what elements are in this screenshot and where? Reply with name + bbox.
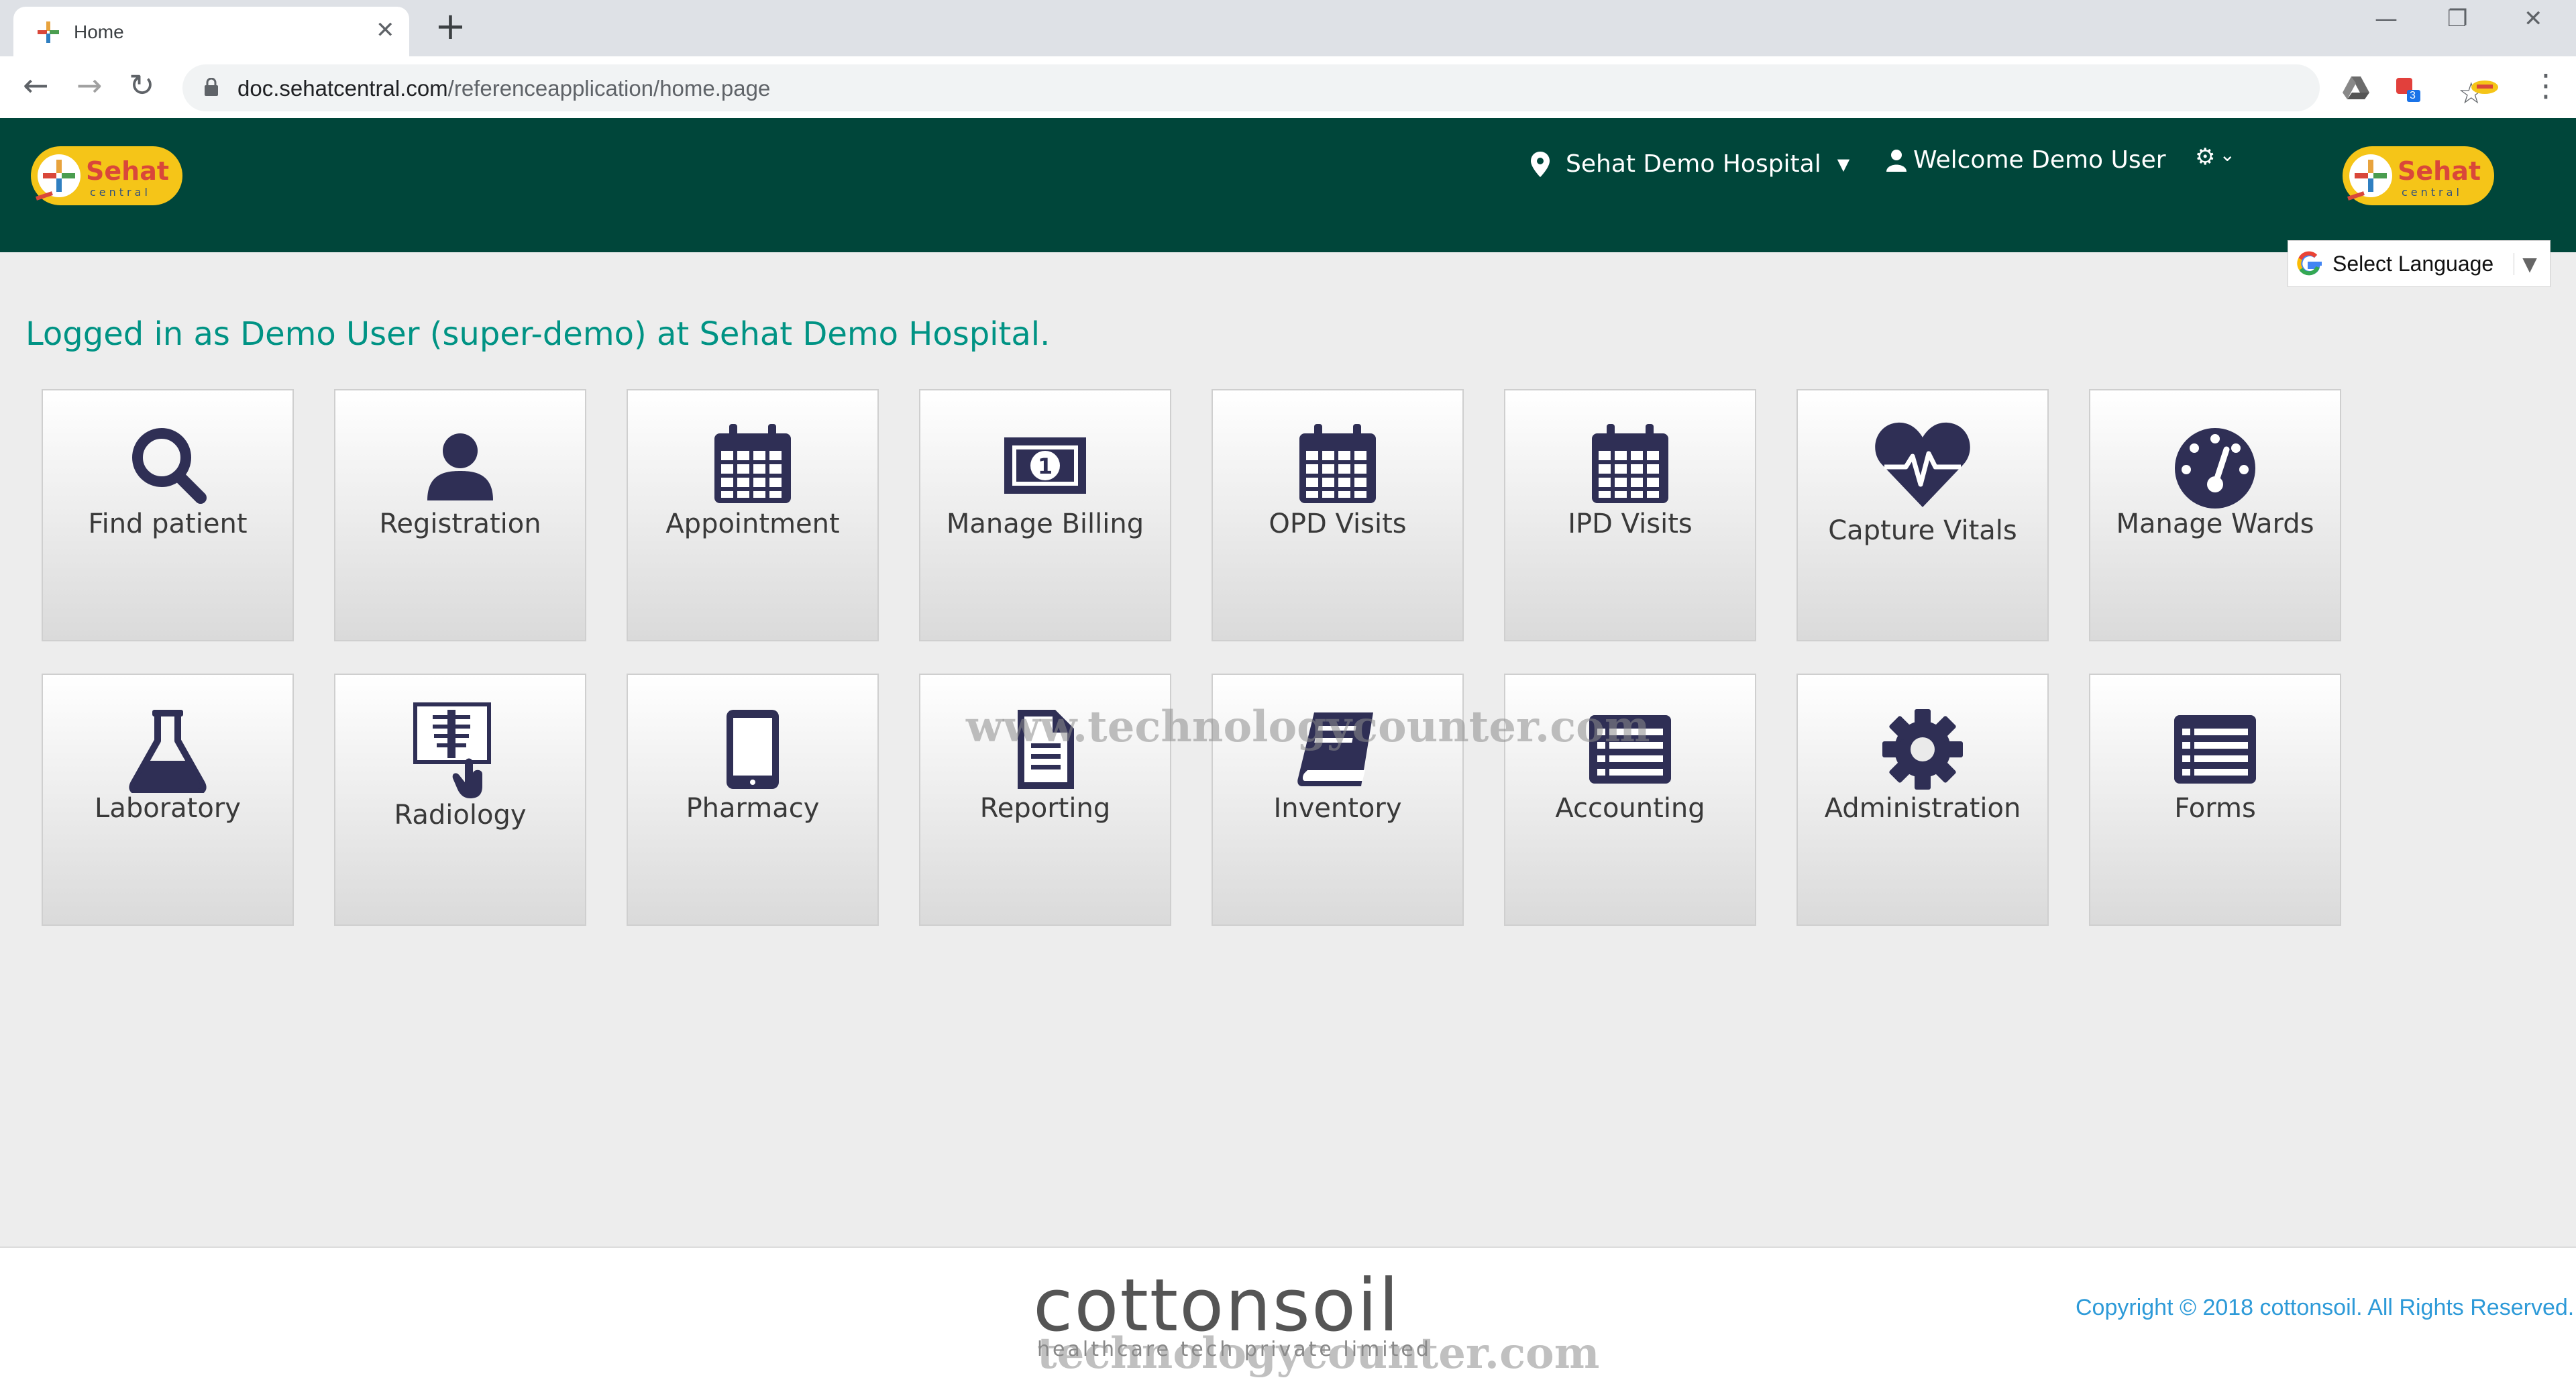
tile-capture-vitals[interactable]: Capture Vitals [1796, 389, 2049, 641]
close-tab-icon[interactable]: ✕ [376, 19, 395, 42]
caret-down-icon: ▼ [1837, 154, 1850, 174]
language-selector[interactable]: Select Language ▼ [2288, 240, 2551, 287]
user-menu[interactable]: Welcome Demo User [1886, 146, 2166, 174]
tile-label: Registration [379, 509, 541, 539]
tile-label: OPD Visits [1269, 509, 1407, 539]
new-tab-icon[interactable]: + [435, 8, 466, 46]
browser-menu-icon[interactable]: ⋮ [2530, 70, 2561, 101]
tile-label: Radiology [394, 800, 527, 831]
extension-badge-icon [2396, 78, 2420, 102]
dropdown-arrow-icon: ▼ [2514, 252, 2537, 275]
logo-right-subtext: central [2402, 186, 2463, 199]
google-icon [2297, 251, 2322, 276]
url-path: /referenceapplication/home.page [447, 76, 771, 101]
tile-manage-billing[interactable]: 1 Manage Billing [919, 389, 1171, 641]
gear-icon: ⚙ [2195, 144, 2216, 170]
location-name: Sehat Demo Hospital [1566, 150, 1821, 178]
settings-menu[interactable]: ⚙ ⌄ [2195, 144, 2235, 170]
restore-icon[interactable]: ❐ [2447, 5, 2467, 32]
flask-icon [129, 710, 207, 793]
calendar-icon [1592, 424, 1668, 503]
chevron-down-icon: ⌄ [2219, 144, 2235, 166]
tile-find-patient[interactable]: Find patient [42, 389, 294, 641]
tile-opd-visits[interactable]: OPD Visits [1212, 389, 1464, 641]
watermark-text: www.technologycounter.com [966, 702, 1650, 752]
sehat-extension-icon[interactable] [2470, 72, 2500, 102]
language-label: Select Language [2332, 251, 2494, 276]
tab-title: Home [74, 21, 124, 42]
reload-icon[interactable]: ↻ [129, 70, 155, 101]
tile-label: Forms [2174, 793, 2256, 824]
tile-label: Find patient [88, 509, 248, 539]
logo-right-text: Sehat [2398, 156, 2481, 186]
extension-badge-count: 3 [2410, 90, 2416, 101]
logo-subtext: central [90, 186, 151, 199]
tile-laboratory[interactable]: Laboratory [42, 674, 294, 926]
tile-label: Reporting [979, 793, 1111, 824]
user-icon [427, 433, 493, 500]
browser-tab-bar: Home ✕ + — ❐ ✕ [0, 0, 2576, 56]
minimize-icon[interactable]: — [2375, 5, 2398, 32]
extension-icon[interactable]: 3 [2394, 72, 2423, 102]
tile-label: Manage Wards [2116, 509, 2314, 539]
search-icon [132, 428, 207, 504]
tablet-icon [727, 710, 779, 789]
gear-icon [1882, 709, 1963, 790]
logged-in-message: Logged in as Demo User (super-demo) at S… [25, 315, 1051, 353]
tile-label: IPD Visits [1568, 509, 1693, 539]
tile-label: Appointment [665, 509, 840, 539]
xray-icon [413, 702, 491, 798]
sehat-logo[interactable]: Sehat central [30, 142, 184, 209]
footer: cottonsoil healthcare tech private limit… [0, 1246, 2576, 1382]
tile-registration[interactable]: Registration [334, 389, 586, 641]
heartbeat-icon [1875, 422, 1970, 507]
tile-radiology[interactable]: Radiology [334, 674, 586, 926]
browser-toolbar: ← → ↻ doc.sehatcentral.com/referenceappl… [0, 56, 2576, 118]
browser-tab[interactable]: Home ✕ [13, 7, 409, 56]
map-marker-icon [1531, 151, 1550, 177]
sehat-favicon-icon [38, 21, 59, 43]
user-icon [1886, 149, 1907, 172]
lock-icon [205, 78, 218, 96]
tile-ipd-visits[interactable]: IPD Visits [1504, 389, 1756, 641]
forward-icon[interactable]: → [76, 70, 103, 101]
svg-text:1: 1 [1038, 454, 1053, 479]
tile-pharmacy[interactable]: Pharmacy [627, 674, 879, 926]
logo-text: Sehat [86, 156, 169, 186]
tile-label: Administration [1824, 793, 2021, 824]
welcome-text: Welcome Demo User [1913, 146, 2166, 174]
list-icon [2174, 715, 2256, 784]
url-text: doc.sehatcentral.com/referenceapplicatio… [237, 76, 770, 101]
url-domain: doc.sehatcentral.com [237, 76, 448, 101]
tile-forms[interactable]: Forms [2089, 674, 2341, 926]
tile-administration[interactable]: Administration [1796, 674, 2049, 926]
window-close-icon[interactable]: ✕ [2524, 5, 2543, 32]
drive-icon[interactable] [2341, 72, 2371, 102]
tile-manage-wards[interactable]: Manage Wards [2089, 389, 2341, 641]
tile-label: Accounting [1555, 793, 1705, 824]
address-bar[interactable]: doc.sehatcentral.com/referenceapplicatio… [182, 64, 2484, 111]
tile-label: Manage Billing [946, 509, 1144, 539]
location-selector[interactable]: Sehat Demo Hospital ▼ [1531, 150, 1849, 178]
calendar-icon [1299, 424, 1376, 503]
tile-label: Laboratory [95, 793, 241, 824]
tile-label: Pharmacy [686, 793, 820, 824]
tile-label: Capture Vitals [1828, 515, 2017, 546]
tile-label: Inventory [1273, 793, 1402, 824]
app-header: Sehat central Sehat Demo Hospital ▼ Welc… [0, 118, 2576, 252]
calendar-icon [714, 424, 791, 503]
sehat-logo-right[interactable]: Sehat central [2341, 142, 2496, 209]
tile-appointment[interactable]: Appointment [627, 389, 879, 641]
dashboard-icon [2175, 428, 2255, 509]
watermark-text-footer: technologycounter.com [1037, 1328, 1600, 1379]
back-icon[interactable]: ← [23, 70, 49, 101]
copyright-text: Copyright © 2018 cottonsoil. All Rights … [2076, 1295, 2575, 1320]
money-icon: 1 [1004, 437, 1086, 494]
